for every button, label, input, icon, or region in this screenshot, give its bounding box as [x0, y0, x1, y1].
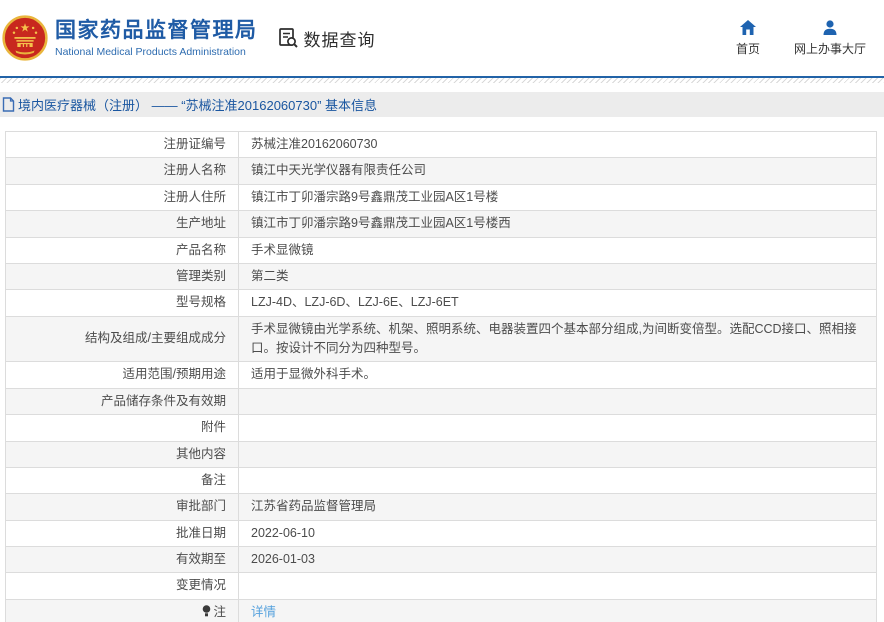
- table-row: 审批部门 江苏省药品监督管理局: [5, 493, 877, 521]
- table-row: 管理类别 第二类: [5, 262, 877, 291]
- header-divider: [0, 78, 884, 83]
- data-query-tab[interactable]: 数据查询: [276, 26, 376, 51]
- row-label: 批准日期: [5, 519, 239, 548]
- table-row: 型号规格 LZJ-4D、LZJ-6D、LZJ-6E、LZJ-6ET: [5, 289, 877, 317]
- row-label: 产品名称: [5, 236, 239, 264]
- row-label: 变更情况: [5, 572, 239, 600]
- row-label: 型号规格: [5, 289, 239, 317]
- row-value: 镇江市丁卯潘宗路9号鑫鼎茂工业园A区1号楼: [238, 183, 877, 212]
- row-value: [238, 572, 877, 600]
- row-label: 备注: [5, 466, 239, 495]
- nav-online-hall-label: 网上办事大厅: [793, 42, 866, 56]
- detail-link[interactable]: 详情: [251, 605, 276, 619]
- document-search-icon: [278, 28, 298, 48]
- registration-info-table: 注册证编号 苏械注准20162060730 注册人名称 镇江中天光学仪器有限责任公司注…: [5, 130, 877, 622]
- table-row: 适用范围/预期用途 适用于显微外科手术。: [5, 361, 877, 389]
- row-label: 管理类别: [5, 262, 239, 291]
- row-value: 2022-06-10: [238, 519, 877, 548]
- row-value: 第二类: [238, 262, 877, 291]
- table-row: 附件: [5, 414, 877, 442]
- table-row: 产品名称 手术显微镜: [5, 236, 877, 264]
- row-value: 镇江中天光学仪器有限责任公司: [238, 157, 877, 185]
- row-label: 其他内容: [5, 440, 239, 468]
- row-label: 注: [5, 598, 239, 622]
- row-value: [238, 466, 877, 495]
- row-value: [238, 440, 877, 468]
- breadcrumb: 境内医疗器械（注册） —— “苏械注准20162060730” 基本信息: [0, 92, 884, 117]
- table-row: 其他内容: [5, 440, 877, 468]
- row-label: 生产地址: [5, 210, 239, 238]
- row-label: 结构及组成/主要组成成分: [5, 315, 239, 363]
- table-row: 批准日期 2022-06-10: [5, 519, 877, 548]
- row-value: 适用于显微外科手术。: [238, 361, 877, 389]
- table-row: 注详情: [5, 598, 877, 622]
- row-value: 江苏省药品监督管理局: [238, 493, 877, 521]
- table-row: 生产地址 镇江市丁卯潘宗路9号鑫鼎茂工业园A区1号楼西: [5, 210, 877, 238]
- agency-title: 国家药品监督管理局: [55, 19, 258, 43]
- data-query-label: 数据查询: [303, 30, 376, 50]
- bulb-icon: [203, 604, 211, 617]
- breadcrumb-text: 境内医疗器械（注册） —— “苏械注准20162060730” 基本信息: [18, 98, 378, 113]
- table-row: 变更情况: [5, 572, 877, 600]
- table-row: 注册证编号 苏械注准20162060730: [5, 130, 877, 159]
- home-icon: [739, 20, 756, 35]
- row-value: 详情: [238, 598, 877, 622]
- table-row: 有效期至 2026-01-03: [5, 545, 877, 574]
- nav-home-label: 首页: [735, 42, 760, 56]
- row-label: 审批部门: [5, 493, 239, 521]
- row-label: 附件: [5, 414, 239, 442]
- row-label: 有效期至: [5, 545, 239, 574]
- row-value: 手术显微镜: [238, 236, 877, 264]
- table-row: 结构及组成/主要组成成分 手术显微镜由光学系统、机架、照明系统、电器装置四个基本部…: [5, 315, 877, 363]
- row-value: [238, 387, 877, 416]
- agency-logo[interactable]: 国家药品监督管理局 National Medical Products Admi…: [2, 15, 258, 61]
- row-value: [238, 414, 877, 442]
- row-value: 苏械注准20162060730: [238, 130, 877, 159]
- agency-subtitle: National Medical Products Administration: [55, 45, 246, 58]
- table-row: 注册人名称 镇江中天光学仪器有限责任公司: [5, 157, 877, 185]
- table-row: 备注: [5, 466, 877, 495]
- nav-home[interactable]: 首页: [736, 19, 760, 57]
- row-label: 注册人住所: [5, 183, 239, 212]
- row-value: LZJ-4D、LZJ-6D、LZJ-6E、LZJ-6ET: [238, 289, 877, 317]
- table-row: 产品储存条件及有效期: [5, 387, 877, 416]
- row-label: 注册证编号: [5, 130, 239, 159]
- row-value: 手术显微镜由光学系统、机架、照明系统、电器装置四个基本部分组成,为间断变倍型。选…: [238, 315, 877, 363]
- national-emblem-icon: [2, 15, 48, 61]
- row-label: 注册人名称: [5, 157, 239, 185]
- site-header: 国家药品监督管理局 National Medical Products Admi…: [0, 0, 884, 78]
- user-icon: [823, 20, 837, 35]
- document-icon: [2, 97, 15, 112]
- table-row: 注册人住所 镇江市丁卯潘宗路9号鑫鼎茂工业园A区1号楼: [5, 183, 877, 212]
- nav-online-hall[interactable]: 网上办事大厅: [794, 19, 866, 57]
- row-value: 镇江市丁卯潘宗路9号鑫鼎茂工业园A区1号楼西: [238, 210, 877, 238]
- row-value: 2026-01-03: [238, 545, 877, 574]
- row-label: 产品储存条件及有效期: [5, 387, 239, 416]
- row-label: 适用范围/预期用途: [5, 361, 239, 389]
- header-nav: 首页 网上办事大厅: [736, 19, 866, 57]
